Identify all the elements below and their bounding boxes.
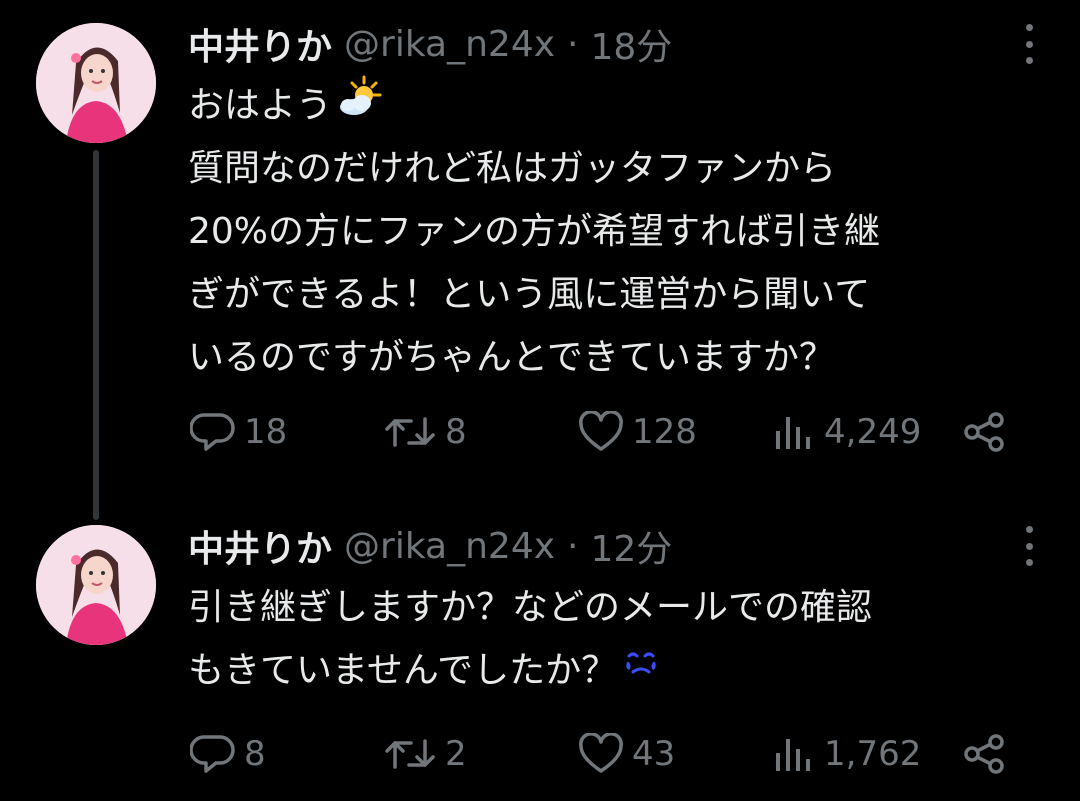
view-count: 4,249 (824, 412, 922, 452)
avatar[interactable] (36, 525, 156, 645)
like-count: 128 (632, 412, 697, 452)
tweet[interactable]: 中井りか @rika_n24x · 18分 おはよう 質問なのだけれど私はガッタ… (0, 0, 1080, 520)
tweet-line: もきていませんでしたか？ (188, 650, 618, 691)
share-icon (964, 734, 1004, 774)
retweet-icon (385, 739, 435, 769)
heart-icon (579, 733, 623, 773)
reply-icon (190, 735, 235, 773)
avatar-image (36, 525, 156, 645)
separator: · (567, 23, 579, 65)
tweet[interactable]: 中井りか @rika_n24x · 12分 引き継ぎしますか？などのメールでの確… (0, 500, 1080, 801)
tweet-header: 中井りか @rika_n24x · 12分 (188, 520, 672, 572)
views-icon (776, 417, 810, 449)
like-button[interactable]: 43 (578, 724, 675, 784)
retweet-button[interactable]: 2 (383, 724, 467, 784)
timestamp[interactable]: 18分 (590, 18, 672, 70)
views-button[interactable]: 4,249 (772, 402, 921, 462)
author-handle[interactable]: @rika_n24x (344, 24, 555, 65)
tweet-text: おはよう 質問なのだけれど私はガッタファンから 20%の方にファンの方が希望すれ… (188, 74, 1038, 389)
tweet-line: 20%の方にファンの方が希望すれば引き継 (188, 211, 881, 252)
retweet-count: 2 (445, 734, 467, 774)
heart-icon (579, 411, 623, 451)
retweet-icon (385, 417, 435, 447)
tweet-line: 質問なのだけれど私はガッタファンから (188, 148, 837, 189)
share-button[interactable] (962, 402, 1008, 462)
timestamp[interactable]: 12分 (590, 520, 672, 572)
view-count: 1,762 (824, 734, 922, 774)
reply-count: 8 (244, 734, 266, 774)
tweet-line: 引き継ぎしますか？などのメールでの確認 (188, 587, 873, 628)
tweet-line: おはよう (188, 85, 333, 126)
author-name[interactable]: 中井りか (188, 520, 332, 572)
views-button[interactable]: 1,762 (772, 724, 921, 784)
tweet-line: ぎができるよ！という風に運営から聞いて (188, 274, 871, 315)
avatar-image (36, 23, 156, 143)
reply-icon (190, 413, 235, 451)
like-count: 43 (632, 734, 676, 774)
reply-count: 18 (244, 412, 288, 452)
separator: · (567, 525, 579, 567)
crying-face-emoji (621, 639, 661, 702)
thread-connector-line (93, 150, 99, 520)
share-icon (964, 412, 1004, 452)
more-options-icon[interactable] (1022, 526, 1036, 566)
retweet-button[interactable]: 8 (383, 402, 467, 462)
retweet-count: 8 (445, 412, 467, 452)
avatar[interactable] (36, 23, 156, 143)
tweet-text: 引き継ぎしますか？などのメールでの確認 もきていませんでしたか？ (188, 576, 1038, 702)
share-button[interactable] (962, 724, 1008, 784)
tweet-header: 中井りか @rika_n24x · 18分 (188, 18, 672, 70)
like-button[interactable]: 128 (578, 402, 697, 462)
tweet-actions: 18 8 128 4,249 (0, 402, 1080, 462)
reply-button[interactable]: 18 (190, 402, 287, 462)
reply-button[interactable]: 8 (190, 724, 266, 784)
author-name[interactable]: 中井りか (188, 18, 332, 70)
more-options-icon[interactable] (1022, 24, 1036, 64)
tweet-actions: 8 2 43 1,762 (0, 724, 1080, 784)
sun-behind-cloud-emoji (336, 74, 382, 137)
author-handle[interactable]: @rika_n24x (344, 526, 555, 567)
tweet-line: いるのですがちゃんとできていますか？ (188, 337, 835, 378)
views-icon (776, 739, 810, 771)
